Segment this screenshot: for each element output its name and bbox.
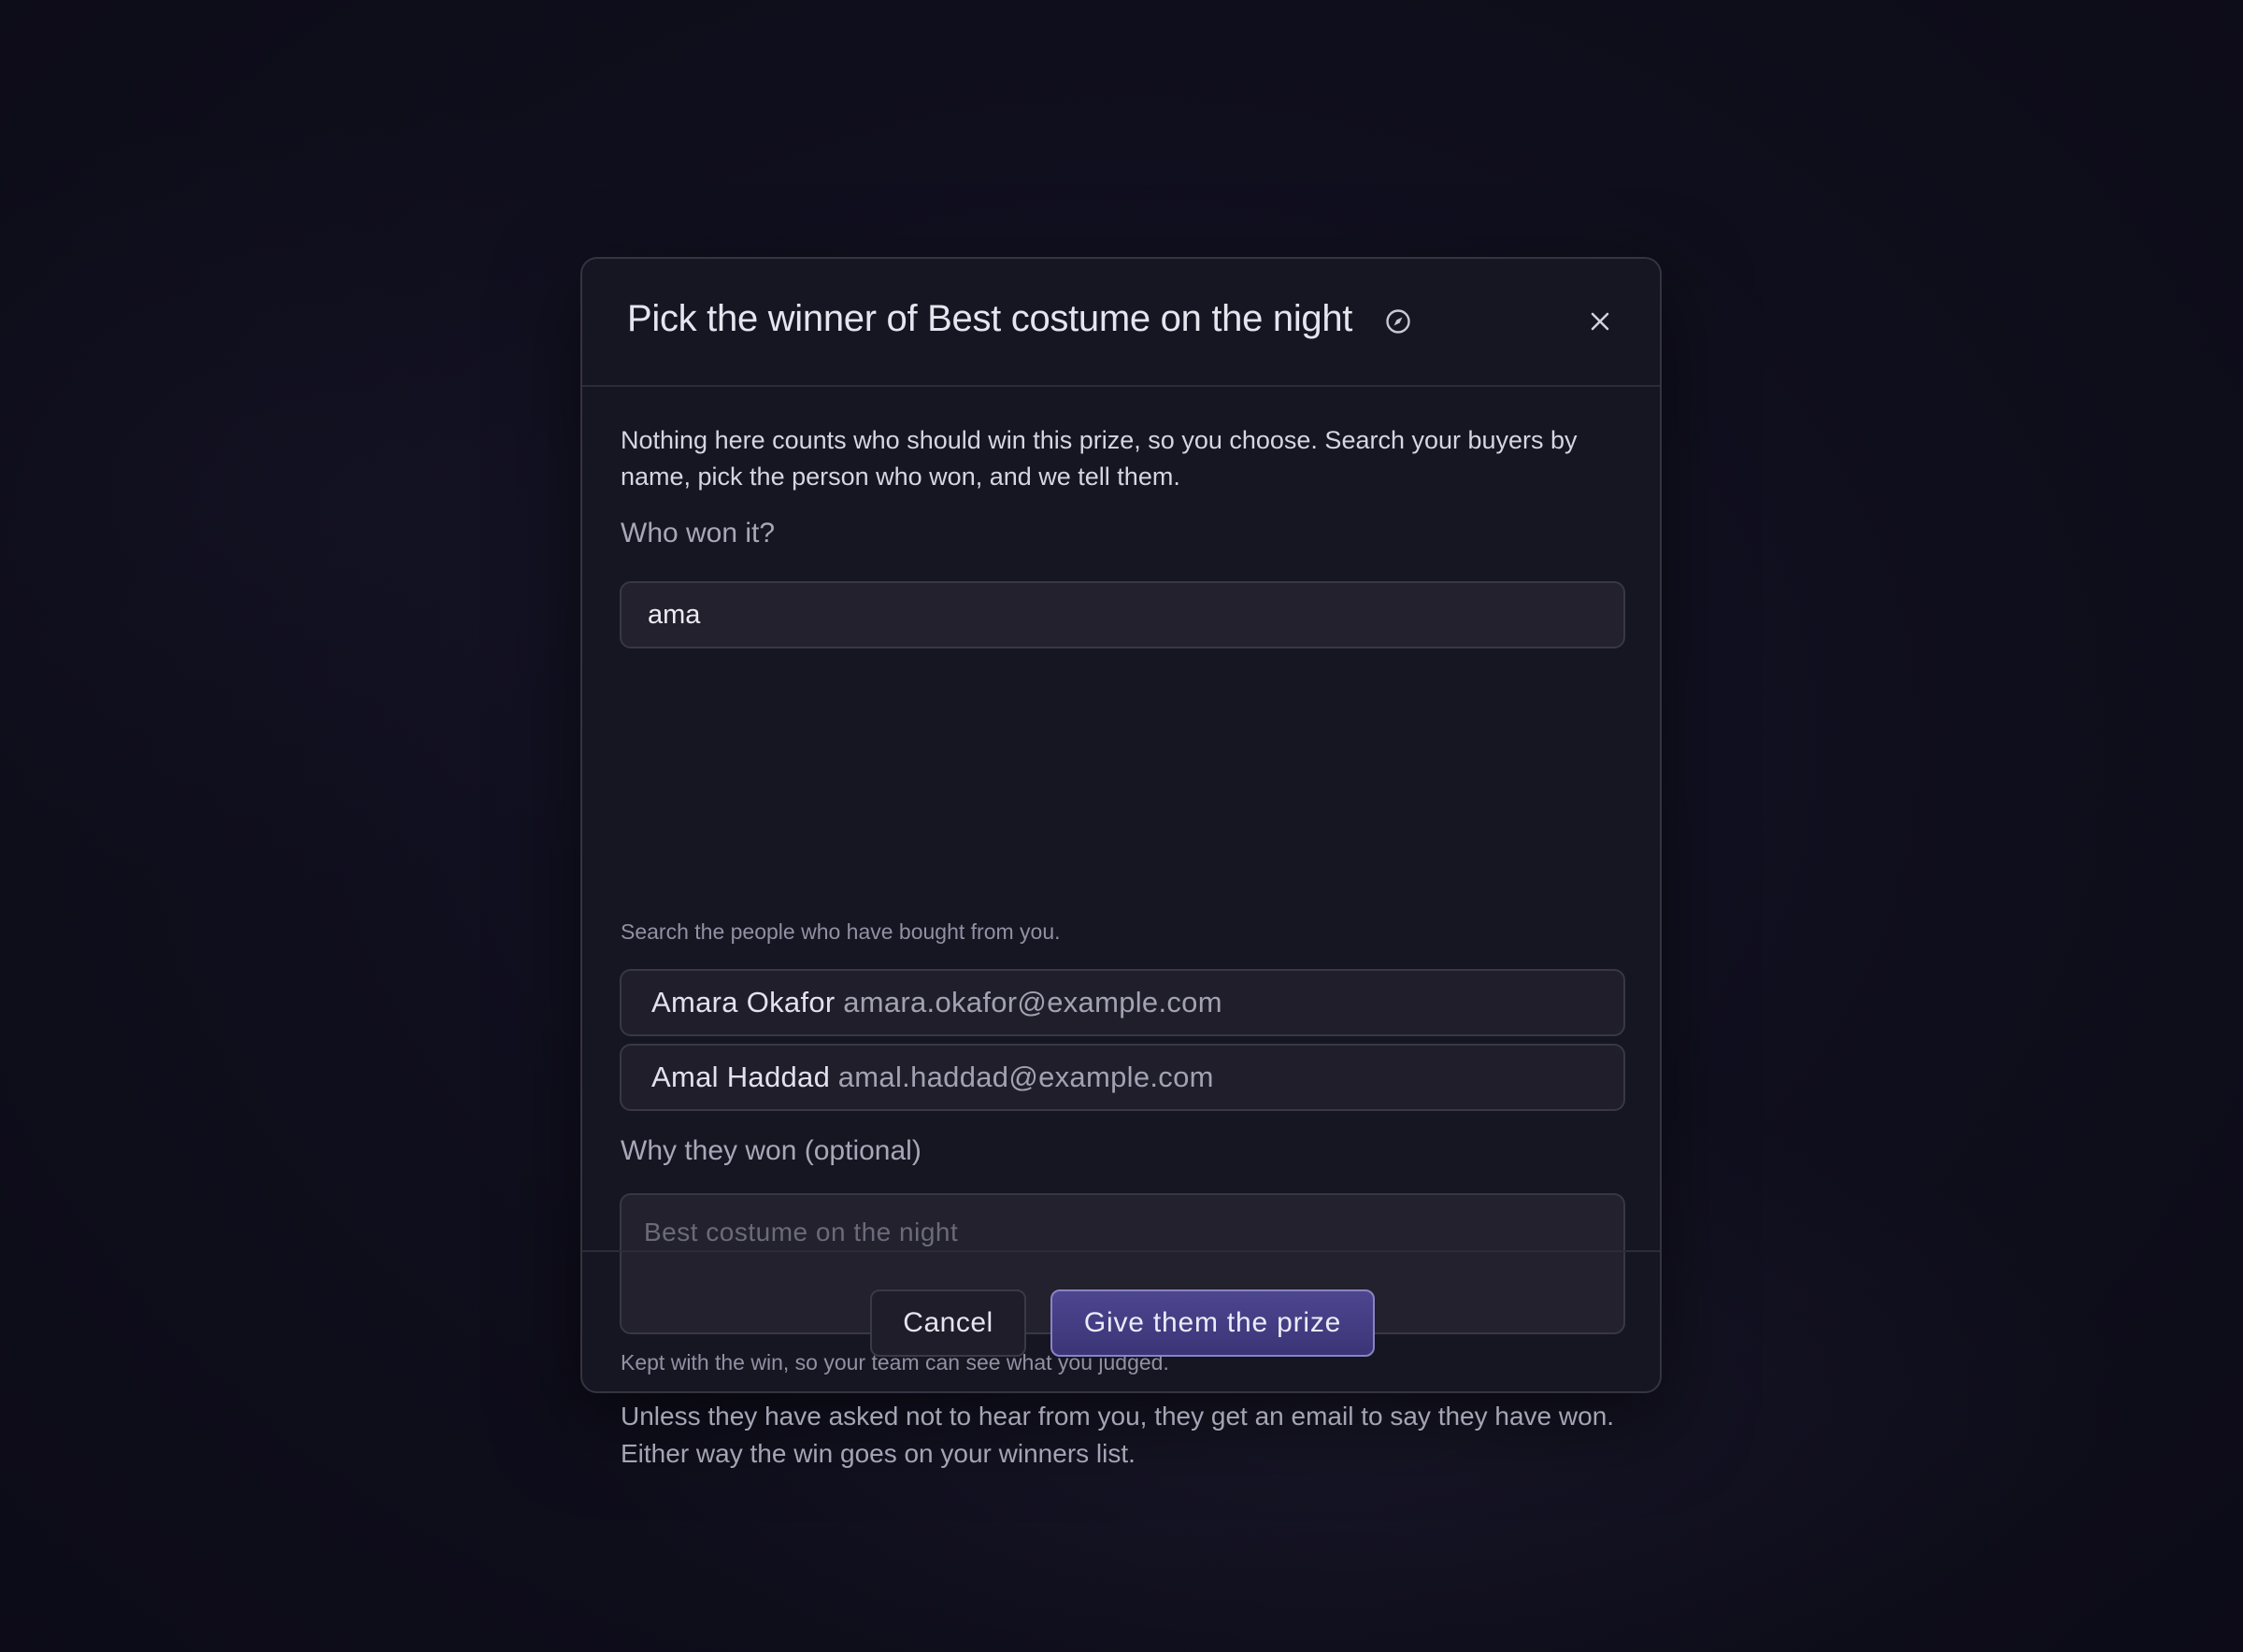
intro-text: Nothing here counts who should win this … [621, 426, 1578, 491]
result-name: Amara Okafor [651, 986, 836, 1018]
dialog-footer: Cancel Give them the prize [582, 1250, 1660, 1393]
close-icon[interactable] [1584, 306, 1616, 337]
result-email: amara.okafor@example.com [843, 986, 1222, 1018]
result-email: amal.haddad@example.com [837, 1061, 1214, 1093]
cancel-button[interactable]: Cancel [870, 1289, 1026, 1357]
search-result-item[interactable]: Amara Okafor amara.okafor@example.com [620, 969, 1625, 1036]
compass-icon [1384, 307, 1412, 335]
notification-notice: Unless they have asked not to hear from … [621, 1402, 1615, 1468]
search-hint: Search the people who have bought from y… [621, 919, 1061, 944]
result-name: Amal Haddad [651, 1061, 831, 1093]
dialog-header: Pick the winner of Best costume on the n… [582, 259, 1660, 387]
winner-search-input[interactable] [620, 581, 1625, 648]
dialog-title: Pick the winner of Best costume on the n… [627, 298, 1353, 339]
award-winner-dialog: Pick the winner of Best costume on the n… [580, 257, 1662, 1468]
search-result-item[interactable]: Amal Haddad amal.haddad@example.com [620, 1044, 1625, 1111]
give-prize-button[interactable]: Give them the prize [1050, 1289, 1375, 1357]
winner-label: Who won it? [621, 518, 776, 548]
reason-label: Why they won (optional) [621, 1135, 921, 1166]
